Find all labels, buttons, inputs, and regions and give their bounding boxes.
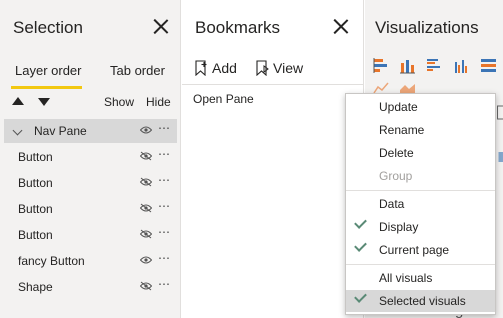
selection-pane-title: Selection	[13, 18, 83, 37]
menu-item-current-page[interactable]: Current page	[346, 239, 495, 261]
menu-item-label: Selected visuals	[379, 294, 466, 308]
more-options-icon[interactable]: ⋯	[158, 225, 170, 239]
menu-separator	[346, 264, 495, 265]
divider	[182, 84, 363, 85]
active-tab-indicator	[11, 86, 82, 89]
view-bookmark-button[interactable]: View	[273, 60, 303, 76]
layer-name: fancy Button	[18, 254, 85, 268]
layer-name: Nav Pane	[34, 124, 87, 138]
100-stacked-bar-chart-icon[interactable]	[480, 57, 497, 74]
move-down-icon[interactable]	[38, 98, 50, 106]
bookmark-item[interactable]: Open Pane	[193, 92, 254, 106]
eye-hidden-icon[interactable]	[140, 203, 152, 213]
checkmark-icon	[354, 290, 367, 303]
menu-item-label: Rename	[379, 123, 425, 137]
eye-hidden-icon[interactable]	[140, 281, 152, 291]
bookmark-context-menu: Update Rename Delete Group Data Display …	[345, 93, 496, 315]
menu-item-all-visuals[interactable]: All visuals	[346, 267, 495, 289]
menu-item-group: Group	[346, 165, 495, 187]
menu-item-label: Update	[379, 100, 418, 114]
layer-row[interactable]: fancy Button ⋯	[4, 249, 177, 273]
add-bookmark-button[interactable]: Add	[212, 60, 237, 76]
eye-hidden-icon[interactable]	[140, 229, 152, 239]
stacked-column-chart-icon[interactable]	[399, 57, 416, 74]
more-options-icon[interactable]: ⋯	[158, 199, 170, 213]
add-bookmark-icon	[195, 60, 207, 76]
menu-separator	[346, 190, 495, 191]
menu-item-delete[interactable]: Delete	[346, 142, 495, 164]
menu-item-data[interactable]: Data	[346, 193, 495, 215]
stacked-bar-chart-icon[interactable]	[373, 57, 390, 74]
layer-name: Button	[18, 150, 53, 164]
eye-hidden-icon[interactable]	[140, 177, 152, 187]
view-bookmark-icon	[256, 60, 269, 76]
bookmarks-pane: Bookmarks Add View Open Pane	[182, 0, 364, 318]
layer-row[interactable]: Button ⋯	[4, 171, 177, 195]
layer-name: Shape	[18, 280, 53, 294]
menu-item-label: Group	[379, 169, 413, 183]
menu-item-label: Data	[379, 197, 405, 211]
menu-item-label: Display	[379, 220, 419, 234]
clustered-bar-chart-icon[interactable]	[426, 57, 443, 74]
menu-item-update[interactable]: Update	[346, 96, 495, 118]
eye-visible-icon[interactable]	[140, 255, 152, 265]
more-options-icon[interactable]: ⋯	[158, 147, 170, 161]
checkmark-icon	[354, 216, 367, 229]
layer-row-nav-pane[interactable]: Nav Pane ⋯	[4, 119, 177, 143]
menu-item-rename[interactable]: Rename	[346, 119, 495, 141]
selection-pane: Selection Layer order Tab order Show Hid…	[0, 0, 181, 318]
layer-row[interactable]: Button ⋯	[4, 145, 177, 169]
checkmark-icon	[354, 239, 367, 252]
clustered-column-chart-icon[interactable]	[453, 57, 470, 74]
layer-name: Button	[18, 202, 53, 216]
menu-item-label: Delete	[379, 146, 414, 160]
show-all-button[interactable]: Show	[104, 95, 134, 109]
more-options-icon[interactable]: ⋯	[158, 277, 170, 291]
layer-name: Button	[18, 228, 53, 242]
more-options-icon[interactable]: ⋯	[158, 173, 170, 187]
chevron-down-icon[interactable]	[12, 125, 23, 136]
move-up-icon[interactable]	[12, 97, 24, 105]
visualizations-pane-title: Visualizations	[375, 18, 479, 37]
hide-all-button[interactable]: Hide	[146, 95, 171, 109]
tab-layer-order[interactable]: Layer order	[15, 63, 81, 78]
more-options-icon[interactable]: ⋯	[158, 251, 170, 265]
close-bookmarks-icon[interactable]	[333, 18, 349, 34]
eye-hidden-icon[interactable]	[140, 151, 152, 161]
more-options-icon[interactable]: ⋯	[158, 121, 170, 135]
menu-item-label: Current page	[379, 243, 450, 257]
bookmarks-pane-title: Bookmarks	[195, 18, 281, 37]
menu-item-display[interactable]: Display	[346, 216, 495, 238]
layer-row[interactable]: Shape ⋯	[4, 275, 177, 299]
tab-tab-order[interactable]: Tab order	[110, 63, 165, 78]
menu-item-label: All visuals	[379, 271, 433, 285]
layer-row[interactable]: Button ⋯	[4, 223, 177, 247]
menu-item-selected-visuals[interactable]: Selected visuals	[346, 290, 495, 312]
layer-name: Button	[18, 176, 53, 190]
close-selection-icon[interactable]	[153, 18, 169, 34]
eye-visible-icon[interactable]	[140, 125, 152, 135]
layer-row[interactable]: Button ⋯	[4, 197, 177, 221]
